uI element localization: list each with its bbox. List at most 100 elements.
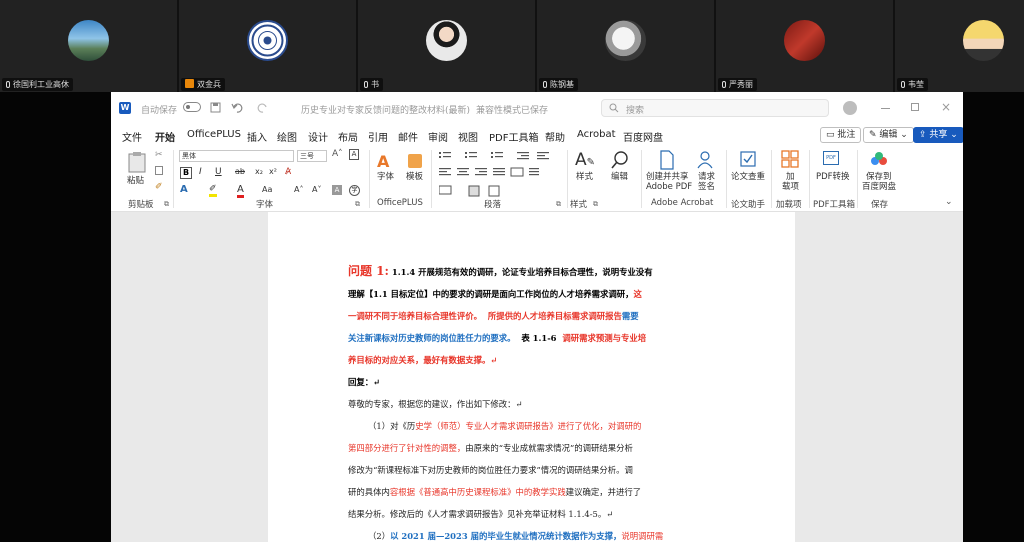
participant-tile[interactable]: 陈钢基 [537, 0, 714, 92]
tab-references[interactable]: 引用 [368, 129, 388, 144]
tab-design[interactable]: 设计 [308, 129, 328, 144]
tab-pdf-toolbox[interactable]: PDF工具箱 [489, 129, 538, 144]
paper-check-label: 论文查重 [731, 172, 766, 182]
doc-line: 养目标的对应关系，最好有数据支撑。↵ [348, 355, 498, 365]
addins-label: 加 [786, 172, 795, 182]
autosave-label: 自动保存 [141, 106, 178, 116]
tab-acrobat[interactable]: Acrobat [577, 129, 616, 140]
copy-icon[interactable] [155, 166, 163, 175]
mic-icon [901, 81, 905, 88]
mic-icon [6, 81, 10, 88]
tab-layout[interactable]: 布局 [338, 129, 358, 144]
document-page[interactable]: 问题 1: 1.1.4 开展规范有效的调研，论证专业培养目标合理性，说明专业没有… [268, 212, 795, 542]
share-button[interactable]: ⇪ 共享 ⌄ [913, 127, 963, 143]
font-name-select[interactable]: 黑体 [179, 150, 294, 162]
search-placeholder: 搜索 [626, 106, 645, 116]
dialog-launcher-icon[interactable]: ⧉ [164, 200, 169, 209]
mic-icon [543, 81, 547, 88]
font-color-icon[interactable]: A [237, 184, 244, 198]
cut-icon[interactable]: ✂ [155, 150, 163, 160]
separator [369, 150, 370, 208]
font-size-select[interactable]: 三号 [297, 150, 327, 162]
request-sign-icon[interactable] [696, 150, 714, 170]
tab-review[interactable]: 审阅 [428, 129, 448, 144]
participant-tile[interactable]: 双金兵 [179, 0, 356, 92]
minimize-icon[interactable] [881, 108, 890, 109]
tab-view[interactable]: 视图 [458, 129, 478, 144]
paste-label: 粘贴 [127, 176, 145, 186]
adobe-pdf-label: Adobe PDF [646, 182, 693, 192]
dialog-launcher-icon[interactable]: ⧉ [556, 200, 561, 209]
tab-draw[interactable]: 绘图 [277, 129, 297, 144]
close-icon[interactable]: × [941, 100, 951, 114]
char-border-icon[interactable]: A [349, 149, 359, 160]
baidu-cloud-icon[interactable] [869, 150, 889, 168]
autosave-toggle[interactable] [183, 102, 201, 112]
text-effects-icon[interactable]: A [180, 184, 188, 195]
editing-mode-button[interactable]: ✎ 编辑 ⌄ [863, 127, 914, 143]
save-icon[interactable] [210, 102, 221, 113]
paper-check-icon[interactable] [739, 150, 757, 168]
create-pdf-icon[interactable] [659, 150, 675, 170]
tab-file[interactable]: 文件 [122, 129, 142, 144]
participant-tile[interactable]: 书 [358, 0, 535, 92]
undo-icon[interactable] [231, 102, 243, 113]
underline-icon[interactable]: U [215, 167, 222, 177]
doc-line: 修改为“新课程标准下对历史教师的岗位胜任力要求”情况的调研结果分析。调 [348, 465, 633, 475]
styles-icon[interactable]: A✎ [575, 150, 595, 170]
dialog-launcher-icon[interactable]: ⧉ [593, 200, 598, 209]
tab-baidu[interactable]: 百度网盘 [623, 129, 663, 144]
request-label: 请求 [698, 172, 716, 182]
font-shrink-icon[interactable]: A˅ [312, 185, 321, 194]
superscript-icon[interactable]: x² [269, 167, 277, 176]
find-icon[interactable] [610, 150, 630, 170]
restore-icon[interactable] [911, 103, 919, 111]
officeplus-font-icon[interactable]: A [377, 152, 389, 171]
create-share-label: 创建并共享 [646, 172, 689, 182]
strikethrough-icon[interactable]: ab [235, 167, 245, 176]
addins-label-2: 载项 [782, 182, 800, 192]
subscript-icon[interactable]: x₂ [255, 167, 263, 176]
highlight-icon[interactable]: ✐ [209, 184, 217, 197]
document-canvas[interactable]: 问题 1: 1.1.4 开展规范有效的调研，论证专业培养目标合理性，说明专业没有… [111, 212, 963, 542]
tab-officeplus[interactable]: OfficePLUS [187, 129, 241, 140]
change-case-icon[interactable]: Aa [262, 185, 272, 194]
chevron-down-icon[interactable]: ⌄ [945, 197, 953, 207]
tab-mailings[interactable]: 邮件 [398, 129, 418, 144]
officeplus-template-label: 模板 [406, 172, 424, 182]
participant-tile[interactable]: 韦莹 [895, 0, 1024, 92]
participant-tile[interactable]: 徐国利工业高休 [0, 0, 177, 92]
doc-line: 关注新课标对历史教师的岗位胜任力的要求。 表 1.1-6 调研需求预测与专业培 [348, 333, 647, 343]
save-to-label: 保存到 [866, 172, 892, 182]
tab-insert[interactable]: 插入 [247, 129, 267, 144]
format-painter-icon[interactable]: ✐ [155, 182, 163, 192]
font-grow2-icon[interactable]: A˄ [294, 185, 303, 194]
paragraph-group-label: 段落 [484, 200, 502, 210]
redo-icon[interactable] [257, 102, 269, 113]
italic-icon[interactable]: I [199, 167, 202, 177]
font-grow-icon[interactable]: A˄ [332, 149, 343, 159]
account-icon[interactable] [843, 101, 857, 115]
bold-icon[interactable]: B [180, 167, 192, 179]
comments-button[interactable]: ▭ 批注 [820, 127, 862, 143]
avatar [68, 20, 109, 61]
participant-tile[interactable]: 严秀丽 [716, 0, 893, 92]
separator [641, 150, 642, 208]
doc-line: 第四部分进行了针对性的调整，由原来的“专业成就需求情况”的调研结果分析 [348, 443, 633, 453]
enclose-char-icon[interactable]: 字 [349, 185, 360, 196]
clear-format-icon[interactable]: A̷ [285, 167, 291, 177]
paper-group-label: 论文助手 [731, 200, 766, 210]
char-shading-icon[interactable]: A [332, 185, 342, 195]
search-box[interactable]: 搜索 [601, 99, 829, 117]
paste-icon[interactable] [127, 151, 147, 173]
word-logo-icon: W [119, 102, 131, 114]
tab-home[interactable]: 开始 [155, 129, 175, 149]
template-icon[interactable] [408, 154, 422, 168]
participant-name-tag: 双金兵 [181, 78, 225, 91]
dialog-launcher-icon[interactable]: ⧉ [355, 200, 360, 209]
pdf-convert-icon[interactable]: PDF [823, 151, 839, 165]
tab-help[interactable]: 帮助 [545, 129, 565, 144]
title-bar: W 自动保存 历史专业对专家反馈问题的整改材料(最新) 兼容性模式 已保存 搜索… [111, 92, 963, 124]
addins-icon[interactable] [781, 150, 799, 168]
paragraph-controls[interactable] [439, 150, 563, 198]
